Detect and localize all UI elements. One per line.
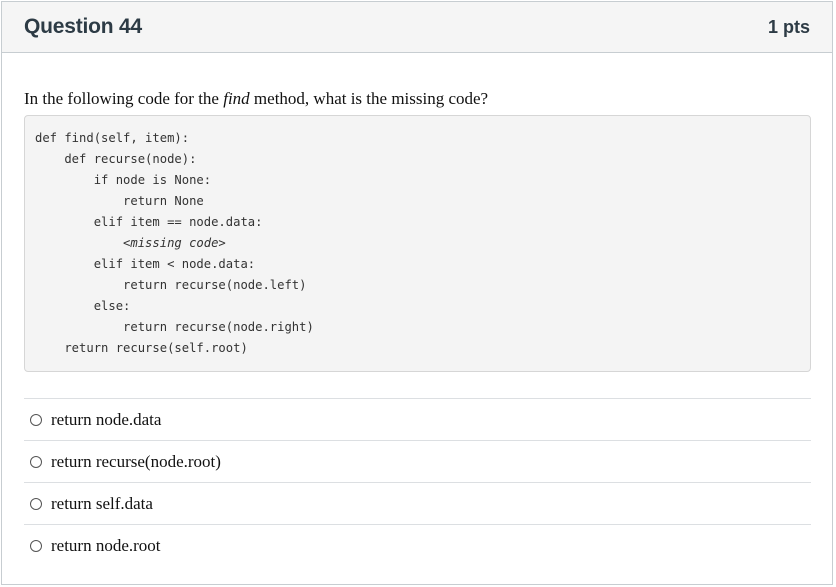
radio-button[interactable] [30, 413, 42, 426]
radio-button[interactable] [30, 497, 42, 510]
answer-label: return node.root [51, 535, 161, 555]
radio-button[interactable] [30, 539, 42, 552]
question-title: Question 44 [24, 15, 142, 38]
answer-list: return node.data return recurse(node.roo… [24, 398, 811, 566]
code-line: if node is None: [35, 173, 212, 187]
question-prompt: In the following code for the find metho… [24, 89, 810, 109]
question-header: Question 44 1 pts [2, 2, 832, 53]
answer-option-2[interactable]: return recurse(node.root) [24, 440, 811, 482]
code-line: return None [35, 194, 204, 208]
missing-code-placeholder: <missing code> [35, 236, 226, 250]
question-card: Question 44 1 pts In the following code … [1, 1, 833, 585]
code-block: def find(self, item): def recurse(node):… [24, 115, 811, 372]
code-line: elif item == node.data: [35, 215, 263, 229]
code-line-missing: <missing code> [35, 233, 800, 254]
answer-label: return self.data [51, 493, 153, 513]
question-points: 1 pts [767, 16, 810, 37]
code-line: return recurse(node.right) [35, 320, 314, 334]
code-line: elif item < node.data: [35, 257, 256, 271]
code-line: def recurse(node): [35, 152, 197, 166]
code-line: return recurse(self.root) [35, 341, 248, 355]
question-body: In the following code for the find metho… [2, 53, 832, 566]
prompt-method-name: find [223, 89, 250, 108]
answer-option-3[interactable]: return self.data [24, 482, 811, 524]
answer-label: return recurse(node.root) [51, 451, 221, 471]
answer-label: return node.data [51, 409, 162, 429]
radio-button[interactable] [30, 455, 42, 468]
prompt-text-end: method, what is the missing code? [249, 89, 489, 108]
answer-option-4[interactable]: return node.root [24, 524, 811, 566]
answer-option-1[interactable]: return node.data [24, 398, 811, 440]
code-line: else: [35, 299, 131, 313]
prompt-text-start: In the following code for the [24, 89, 224, 108]
code-line: def find(self, item): [35, 131, 190, 145]
code-line: return recurse(node.left) [35, 278, 307, 292]
